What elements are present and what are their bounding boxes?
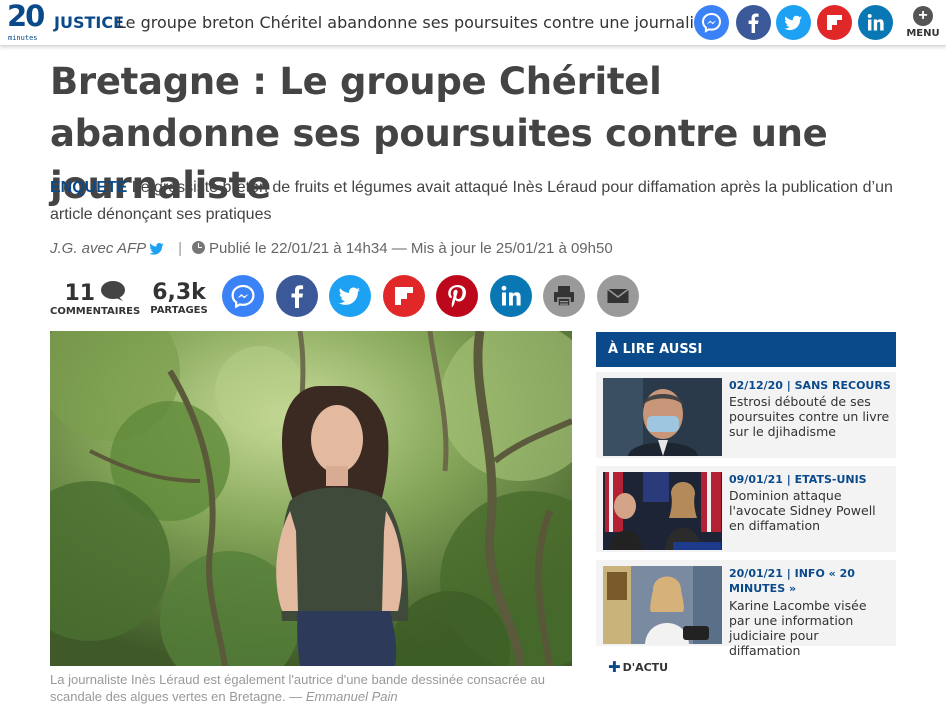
shares-label: PARTAGES bbox=[150, 305, 208, 316]
more-news-label: D'ACTU bbox=[622, 661, 669, 674]
clock-icon bbox=[192, 241, 206, 254]
flipboard-share-button[interactable] bbox=[383, 275, 425, 317]
flipboard-icon bbox=[827, 15, 842, 30]
print-button[interactable] bbox=[543, 275, 585, 317]
top-bar: 20 minutes JUSTICE Le groupe breton Chér… bbox=[0, 0, 946, 46]
comments-count: 11 bbox=[64, 281, 96, 306]
photo-caption: La journaliste Inès Léraud est également… bbox=[50, 671, 572, 705]
linkedin-icon bbox=[867, 14, 884, 31]
read-also-item[interactable]: 09/01/21 | ETATS-UNIS Dominion attaque l… bbox=[596, 466, 896, 552]
email-share-button[interactable] bbox=[597, 275, 639, 317]
flipboard-share-button-top[interactable] bbox=[817, 5, 852, 40]
messenger-icon bbox=[231, 284, 255, 309]
article-kicker[interactable]: ENQUETE bbox=[50, 179, 127, 196]
plus-icon: + bbox=[913, 6, 933, 26]
byline-separator: | bbox=[178, 240, 183, 257]
messenger-icon bbox=[701, 12, 722, 33]
byline: J.G. avec AFP | Publié le 22/01/21 à 14h34… bbox=[50, 240, 613, 257]
comments-label: COMMENTAIRES bbox=[50, 306, 141, 317]
read-also-item[interactable]: 02/12/20 | SANS RECOURS Estrosi débouté … bbox=[596, 372, 896, 458]
flipboard-icon bbox=[395, 287, 413, 305]
article-lede: ENQUETE Le grossiste breton de fruits et… bbox=[50, 174, 910, 228]
logo-sub: minutes bbox=[8, 34, 38, 42]
thumbnail-doctor-hospital bbox=[603, 566, 722, 644]
linkedin-icon bbox=[501, 285, 521, 306]
author-name: J.G. avec AFP bbox=[50, 240, 147, 257]
facebook-share-button[interactable] bbox=[276, 275, 318, 317]
menu-button[interactable]: + MENU bbox=[904, 6, 942, 42]
sticky-title: Le groupe breton Chéritel abandonne ses … bbox=[117, 13, 719, 32]
twitter-bird-icon[interactable] bbox=[149, 243, 164, 255]
site-logo[interactable]: 20 minutes bbox=[7, 0, 45, 42]
plus-icon: ✚ bbox=[608, 658, 621, 676]
read-also-meta: 02/12/20 | SANS RECOURS bbox=[729, 379, 891, 392]
read-also-thumbnail[interactable] bbox=[603, 472, 722, 550]
lede-text: Le grossiste breton de fruits et légumes… bbox=[50, 179, 893, 223]
photo-portrait-woman-forest bbox=[50, 331, 572, 666]
read-also-item[interactable]: 20/01/21 | INFO « 20 MINUTES » Karine La… bbox=[596, 560, 896, 658]
more-news-link[interactable]: ✚ D'ACTU bbox=[608, 658, 668, 676]
twitter-icon bbox=[784, 15, 802, 31]
read-also-title[interactable]: Dominion attaque l'avocate Sidney Powell… bbox=[729, 488, 891, 533]
menu-label: MENU bbox=[906, 28, 940, 39]
linkedin-share-button-top[interactable] bbox=[858, 5, 893, 40]
comment-bubble-icon bbox=[100, 281, 125, 301]
twitter-icon bbox=[338, 287, 360, 305]
read-also-thumbnail[interactable] bbox=[603, 378, 722, 456]
facebook-icon bbox=[291, 285, 304, 308]
read-also-thumbnail[interactable] bbox=[603, 566, 722, 644]
section-label[interactable]: JUSTICE bbox=[54, 13, 124, 32]
twitter-share-button-top[interactable] bbox=[776, 5, 811, 40]
pinterest-icon bbox=[448, 285, 466, 308]
facebook-icon bbox=[748, 13, 759, 33]
messenger-share-button-top[interactable] bbox=[694, 5, 729, 40]
photo-credit: Emmanuel Pain bbox=[305, 689, 398, 704]
read-also-meta: 09/01/21 | ETATS-UNIS bbox=[729, 473, 867, 486]
thumbnail-press-conference bbox=[603, 472, 722, 550]
read-also-title[interactable]: Karine Lacombe visée par une information… bbox=[729, 598, 891, 658]
read-also-title[interactable]: Estrosi débouté de ses poursuites contre… bbox=[729, 394, 891, 439]
read-also-meta: 20/01/21 | INFO « 20 MINUTES » bbox=[729, 567, 855, 595]
facebook-share-button-top[interactable] bbox=[736, 5, 771, 40]
twitter-share-button[interactable] bbox=[329, 275, 371, 317]
thumbnail-man-with-mask bbox=[603, 378, 722, 456]
shares-counter: 6,3k PARTAGES bbox=[148, 280, 210, 316]
shares-count: 6,3k bbox=[152, 280, 206, 305]
read-also-heading: À LIRE AUSSI bbox=[596, 332, 896, 367]
article-photo[interactable] bbox=[50, 331, 572, 666]
envelope-icon bbox=[607, 288, 629, 303]
pinterest-share-button[interactable] bbox=[436, 275, 478, 317]
caption-text: La journaliste Inès Léraud est également… bbox=[50, 672, 545, 704]
printer-icon bbox=[554, 286, 574, 307]
messenger-share-button[interactable] bbox=[222, 275, 264, 317]
logo-number: 20 bbox=[7, 0, 45, 33]
linkedin-share-button[interactable] bbox=[490, 275, 532, 317]
comments-counter[interactable]: 11 COMMENTAIRES bbox=[50, 280, 140, 317]
publish-dates: Publié le 22/01/21 à 14h34 — Mis à jour … bbox=[209, 240, 613, 257]
